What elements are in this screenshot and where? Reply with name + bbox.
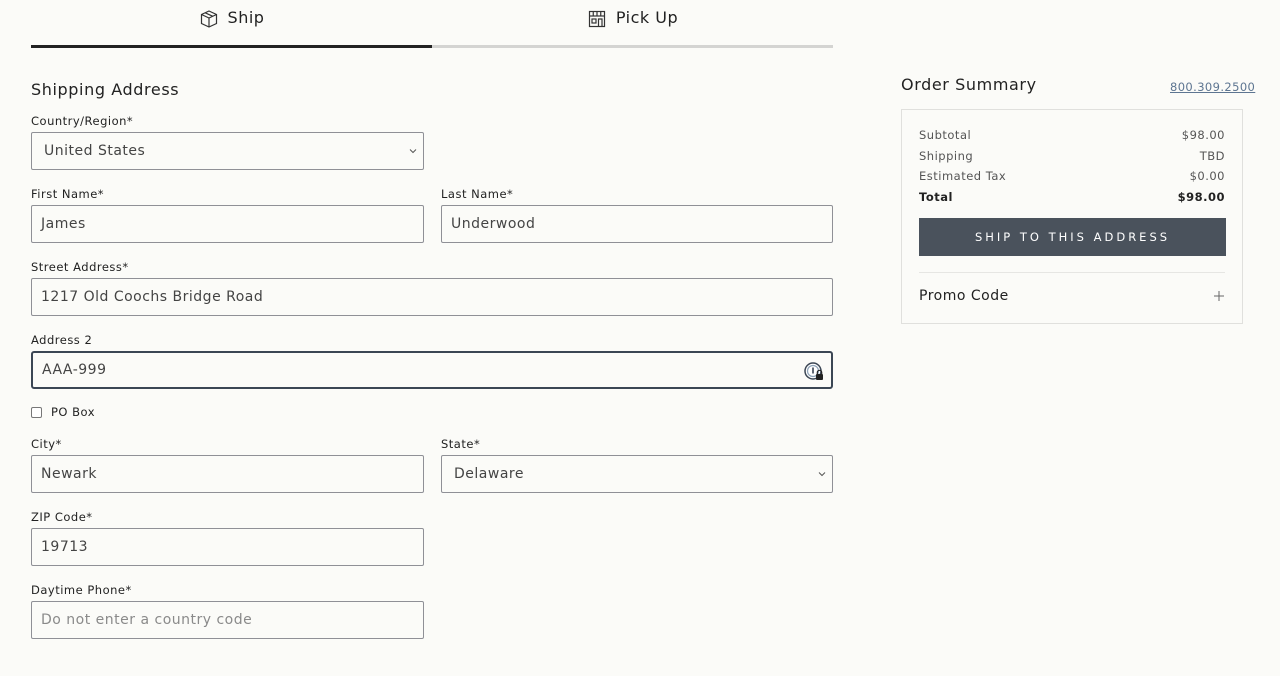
city-field[interactable]: Newark (31, 455, 424, 493)
promo-code-label: Promo Code (919, 288, 1009, 304)
street-address-label: Street Address* (31, 260, 129, 274)
shipping-label: Shipping (919, 149, 974, 163)
tab-pick-up[interactable]: Pick Up (432, 0, 833, 48)
order-summary-title: Order Summary (901, 75, 1037, 94)
daytime-phone-label: Daytime Phone* (31, 583, 132, 597)
street-address-field[interactable]: 1217 Old Coochs Bridge Road (31, 278, 833, 316)
first-name-value: James (41, 216, 86, 232)
delivery-tabs: Ship Pick Up (31, 0, 833, 48)
estimated-tax-row: Estimated Tax $0.00 (919, 169, 1225, 183)
city-value: Newark (41, 466, 97, 482)
shipping-address-title: Shipping Address (31, 80, 180, 99)
checkout-page: Ship Pick Up Shipping Address Country/Re… (0, 0, 1280, 676)
tab-ship[interactable]: Ship (31, 0, 432, 48)
po-box-checkbox[interactable] (31, 406, 42, 418)
ship-to-this-address-button[interactable]: SHIP TO THIS ADDRESS (919, 218, 1226, 256)
promo-code-toggle[interactable]: Promo Code (919, 288, 1225, 304)
address-2-field[interactable]: AAA-999 (31, 351, 833, 389)
store-icon (588, 10, 605, 28)
city-label: City* (31, 437, 62, 451)
last-name-value: Underwood (451, 216, 536, 232)
subtotal-value: $98.00 (1181, 128, 1225, 142)
support-phone-link[interactable]: 800.309.2500 (1170, 80, 1255, 94)
country-value: United States (44, 143, 146, 159)
subtotal-row: Subtotal $98.00 (919, 128, 1225, 142)
street-address-value: 1217 Old Coochs Bridge Road (41, 289, 264, 305)
box-icon (200, 10, 217, 28)
address-2-value: AAA-999 (42, 362, 107, 378)
tab-pick-up-label: Pick Up (615, 8, 679, 27)
zip-code-field[interactable]: 19713 (31, 528, 424, 566)
country-label: Country/Region* (31, 114, 134, 128)
estimated-tax-value: $0.00 (1189, 169, 1225, 183)
divider (919, 272, 1225, 273)
state-select[interactable]: Delaware (441, 455, 833, 493)
total-row: Total $98.00 (919, 190, 1225, 204)
state-label: State* (441, 437, 481, 451)
zip-code-value: 19713 (41, 539, 89, 555)
order-summary-panel: Subtotal $98.00 Shipping TBD Estimated T… (901, 109, 1243, 324)
first-name-label: First Name* (31, 187, 105, 201)
shipping-value: TBD (1199, 149, 1225, 163)
daytime-phone-field[interactable]: Do not enter a country code (31, 601, 424, 639)
total-value: $98.00 (1177, 190, 1225, 204)
po-box-label: PO Box (51, 405, 96, 419)
subtotal-label: Subtotal (919, 128, 972, 142)
tab-ship-label: Ship (227, 8, 265, 27)
last-name-field[interactable]: Underwood (441, 205, 833, 243)
daytime-phone-placeholder: Do not enter a country code (41, 612, 253, 628)
zip-code-label: ZIP Code* (31, 510, 93, 524)
address-2-label: Address 2 (31, 333, 93, 347)
first-name-field[interactable]: James (31, 205, 424, 243)
chevron-down-icon (409, 149, 417, 154)
total-label: Total (919, 190, 953, 204)
chevron-down-icon (818, 472, 826, 477)
shipping-row: Shipping TBD (919, 149, 1225, 163)
state-value: Delaware (454, 466, 524, 482)
estimated-tax-label: Estimated Tax (919, 169, 1007, 183)
plus-icon (1214, 291, 1224, 301)
password-manager-lock-icon[interactable] (803, 361, 825, 383)
country-select[interactable]: United States (31, 132, 424, 170)
po-box-row[interactable]: PO Box (31, 405, 95, 419)
last-name-label: Last Name* (441, 187, 514, 201)
